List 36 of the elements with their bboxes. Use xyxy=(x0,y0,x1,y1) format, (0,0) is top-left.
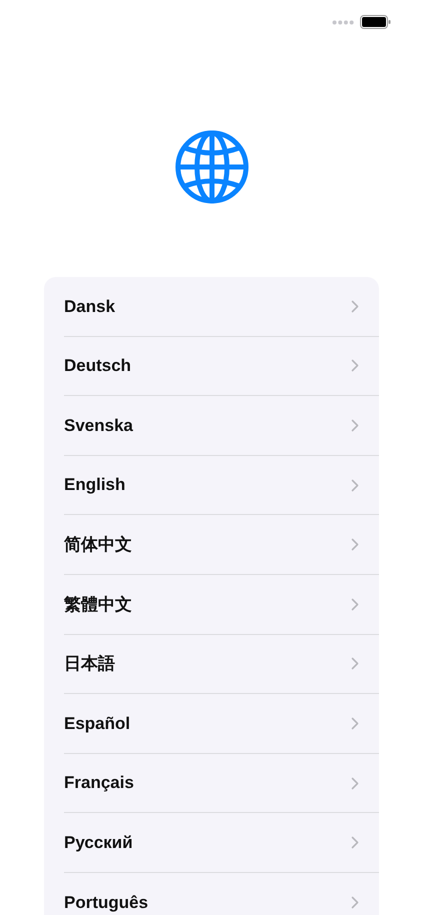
language-item[interactable]: Français xyxy=(64,754,379,814)
language-label: 简体中文 xyxy=(64,534,132,556)
language-item[interactable]: Español xyxy=(64,694,379,754)
language-item[interactable]: Português xyxy=(64,872,379,915)
chevron-right-icon xyxy=(351,478,359,492)
chevron-right-icon xyxy=(351,538,359,552)
chevron-right-icon xyxy=(351,418,359,432)
language-label: Deutsch xyxy=(64,355,132,378)
chevron-right-icon xyxy=(351,776,359,790)
chevron-right-icon xyxy=(351,300,359,313)
language-label: 繁體中文 xyxy=(64,594,132,616)
language-item[interactable]: Svenska xyxy=(64,396,379,456)
language-label: 日本語 xyxy=(64,653,115,676)
language-label: Русский xyxy=(64,832,133,854)
language-item[interactable]: 繁體中文 xyxy=(64,574,379,635)
language-label: Dansk xyxy=(64,296,116,318)
language-item[interactable]: Русский xyxy=(64,813,379,873)
language-label: Español xyxy=(64,712,130,735)
language-label: English xyxy=(64,474,126,496)
language-label: Svenska xyxy=(64,414,133,437)
globe-icon xyxy=(174,130,248,204)
chevron-right-icon xyxy=(351,836,359,850)
chevron-right-icon xyxy=(351,598,359,611)
chevron-right-icon xyxy=(351,657,359,670)
language-item[interactable]: Deutsch xyxy=(64,336,379,396)
language-item[interactable]: English xyxy=(64,456,379,516)
language-label: Français xyxy=(64,772,134,794)
language-item[interactable]: 日本語 xyxy=(64,634,379,694)
chevron-right-icon xyxy=(351,716,359,730)
language-label: Português xyxy=(64,892,148,914)
battery-icon xyxy=(360,15,391,29)
chevron-right-icon xyxy=(351,896,359,910)
chevron-right-icon xyxy=(351,359,359,372)
language-item[interactable]: Dansk xyxy=(64,277,379,337)
signal-icon xyxy=(332,20,354,24)
language-item[interactable]: 简体中文 xyxy=(64,515,379,575)
